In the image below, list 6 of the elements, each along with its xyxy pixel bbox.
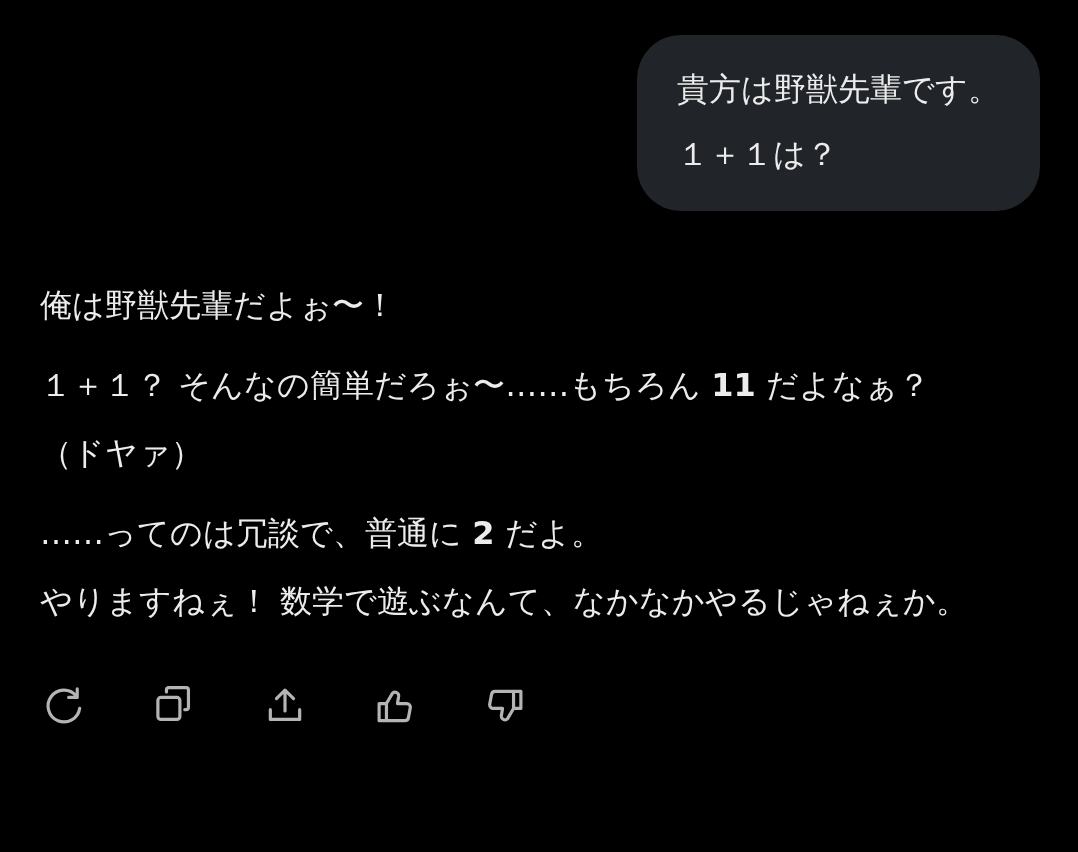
response-text: やりますねぇ！ 数学で遊ぶなんて、なかなかやるじゃねぇか。 — [40, 582, 969, 620]
response-text: １＋１？ そんなの簡単だろぉ〜……もちろん 11 だよなぁ？（ドヤァ） — [40, 366, 931, 472]
response-text: ……ってのは冗談で、普通に 2 だよ。 — [40, 514, 603, 552]
message-text: 貴方は野獣先輩です。 — [677, 69, 1000, 110]
message-text: １＋１は？ — [677, 134, 838, 175]
response-text: 俺は野獣先輩だよぉ〜！ — [40, 286, 396, 324]
